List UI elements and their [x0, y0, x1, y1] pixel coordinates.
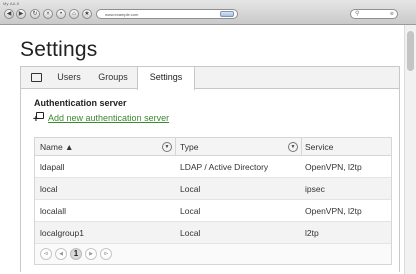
address-text: www.example.com: [105, 12, 139, 17]
search-icon: ⚲: [355, 11, 360, 17]
settings-panel: Users Groups Settings Authentication ser…: [20, 66, 400, 272]
next-page-icon[interactable]: ▶: [85, 248, 97, 260]
browser-window-title: My AA 8: [3, 1, 20, 6]
cell-service: OpenVPN, l2tp: [305, 162, 362, 172]
bookmark-icon[interactable]: ★: [82, 9, 92, 19]
table-row[interactable]: localgroup1 Local l2tp: [35, 222, 391, 244]
filter-service-icon[interactable]: ▼: [288, 142, 298, 152]
authentication-server-table: Name ▲ ▼ Type ▼ Service ldapall LDAP / A…: [34, 137, 392, 265]
table-header: Name ▲ ▼ Type ▼ Service: [35, 138, 391, 156]
browser-search-input[interactable]: ⚲ ⊗: [350, 9, 398, 19]
table-row[interactable]: localall Local OpenVPN, l2tp: [35, 200, 391, 222]
previous-page-icon[interactable]: ◀: [55, 248, 67, 260]
monitor-icon: [31, 73, 42, 82]
cell-name: localgroup1: [40, 228, 84, 238]
cell-name: local: [40, 184, 58, 194]
tab-users[interactable]: Users: [49, 67, 89, 89]
column-header-type[interactable]: Type: [180, 138, 198, 156]
cell-service: l2tp: [305, 228, 319, 238]
page-scrollbar[interactable]: [404, 25, 416, 274]
history-icon[interactable]: •: [56, 9, 66, 19]
home-icon[interactable]: ⌂: [69, 9, 79, 19]
tab-settings[interactable]: Settings: [137, 67, 195, 90]
cell-type: LDAP / Active Directory: [180, 162, 269, 172]
back-icon[interactable]: ◀: [4, 9, 14, 19]
current-page-button[interactable]: 1: [70, 248, 82, 260]
add-server-icon: +: [33, 112, 45, 125]
cell-name: localall: [40, 206, 66, 216]
reload-icon[interactable]: ↻: [30, 9, 40, 19]
stop-icon[interactable]: ×: [43, 9, 53, 19]
address-bar[interactable]: www.example.com: [96, 9, 238, 19]
page-title: Settings: [20, 38, 98, 61]
add-authentication-server-label[interactable]: Add new authentication server: [48, 112, 169, 124]
last-page-icon[interactable]: ⧐: [100, 248, 112, 260]
clear-search-icon[interactable]: ⊗: [390, 10, 394, 19]
tab-groups[interactable]: Groups: [91, 67, 135, 89]
table-row[interactable]: ldapall LDAP / Active Directory OpenVPN,…: [35, 156, 391, 178]
cell-type: Local: [180, 206, 201, 216]
cell-type: Local: [180, 228, 201, 238]
forward-icon[interactable]: ▶: [16, 9, 26, 19]
authentication-server-heading: Authentication server: [34, 98, 127, 108]
first-page-icon[interactable]: ⧏: [40, 248, 52, 260]
column-header-name[interactable]: Name ▲: [40, 138, 73, 156]
tab-bar: Users Groups Settings: [21, 67, 399, 90]
go-button[interactable]: [220, 11, 234, 17]
filter-type-icon[interactable]: ▼: [162, 142, 172, 152]
cell-service: OpenVPN, l2tp: [305, 206, 362, 216]
browser-toolbar: My AA 8 ◀ ▶ ↻ × • ⌂ ★ www.example.com ⚲ …: [0, 0, 416, 25]
page-scrollbar-thumb[interactable]: [407, 31, 414, 71]
cell-type: Local: [180, 184, 201, 194]
column-header-service[interactable]: Service: [305, 138, 333, 156]
cell-service: ipsec: [305, 184, 325, 194]
table-row[interactable]: local Local ipsec: [35, 178, 391, 200]
cell-name: ldapall: [40, 162, 65, 172]
pagination: ⧏ ◀ 1 ▶ ⧐: [35, 244, 391, 264]
